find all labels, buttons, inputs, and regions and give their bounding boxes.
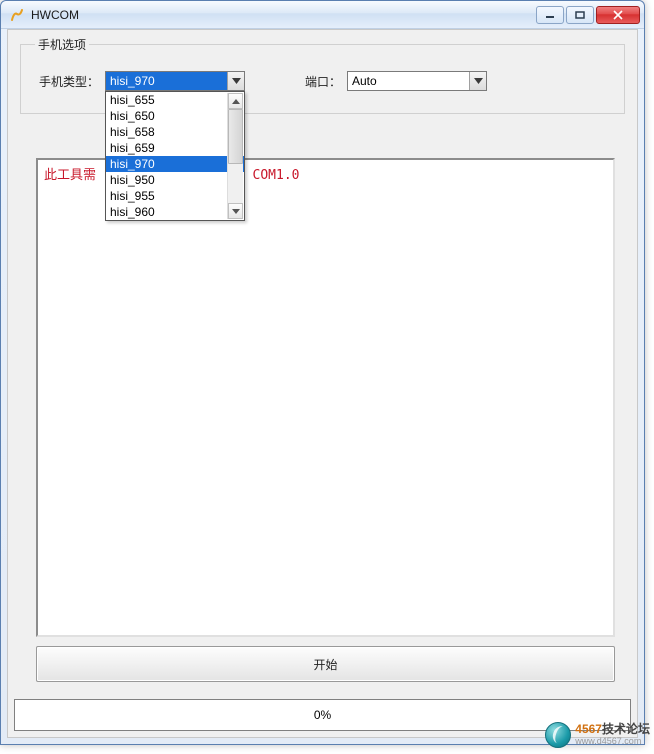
scroll-down-icon[interactable] bbox=[228, 203, 243, 219]
dropdown-item[interactable]: hisi_970 bbox=[106, 156, 244, 172]
titlebar[interactable]: HWCOM bbox=[1, 1, 644, 29]
watermark-brand: 4567技术论坛 bbox=[575, 723, 650, 736]
phone-options-group: 手机选项 手机类型： hisi_970 hisi_655hisi_650hisi… bbox=[20, 36, 625, 114]
scroll-track[interactable] bbox=[228, 109, 243, 203]
window-title: HWCOM bbox=[31, 8, 79, 22]
close-button[interactable] bbox=[596, 6, 640, 24]
watermark-logo-icon bbox=[545, 722, 571, 748]
phone-type-dropdown[interactable]: hisi_655hisi_650hisi_658hisi_659hisi_970… bbox=[105, 91, 245, 221]
dropdown-item[interactable]: hisi_950 bbox=[106, 172, 244, 188]
start-button[interactable]: 开始 bbox=[36, 646, 615, 682]
app-window: HWCOM 手机选项 手机类型： hisi_970 bbox=[0, 0, 645, 745]
watermark-url: www.d4567.com bbox=[575, 737, 650, 747]
progress-text: 0% bbox=[314, 708, 331, 722]
phone-type-label: 手机类型： bbox=[35, 73, 99, 90]
dropdown-item[interactable]: hisi_658 bbox=[106, 124, 244, 140]
port-label: 端口： bbox=[301, 73, 341, 90]
maximize-button[interactable] bbox=[566, 6, 594, 24]
app-icon bbox=[9, 7, 25, 23]
client-area: 手机选项 手机类型： hisi_970 hisi_655hisi_650hisi… bbox=[7, 29, 638, 738]
phone-options-legend: 手机选项 bbox=[35, 36, 89, 53]
dropdown-item[interactable]: hisi_659 bbox=[106, 140, 244, 156]
log-panel: 此工具需 COM1.0 bbox=[36, 158, 615, 637]
dropdown-scrollbar[interactable] bbox=[227, 93, 243, 219]
chevron-down-icon[interactable] bbox=[227, 72, 244, 90]
scroll-up-icon[interactable] bbox=[228, 93, 243, 109]
dropdown-item[interactable]: hisi_960 bbox=[106, 204, 244, 220]
port-value: Auto bbox=[348, 72, 469, 90]
progress-bar: 0% bbox=[14, 699, 631, 731]
minimize-button[interactable] bbox=[536, 6, 564, 24]
dropdown-item[interactable]: hisi_650 bbox=[106, 108, 244, 124]
phone-type-value: hisi_970 bbox=[106, 72, 227, 90]
watermark: 4567技术论坛 www.d4567.com bbox=[545, 722, 650, 748]
port-combo[interactable]: Auto bbox=[347, 71, 487, 91]
chevron-down-icon[interactable] bbox=[469, 72, 486, 90]
dropdown-item[interactable]: hisi_655 bbox=[106, 92, 244, 108]
scroll-thumb[interactable] bbox=[228, 109, 243, 164]
dropdown-item[interactable]: hisi_955 bbox=[106, 188, 244, 204]
phone-type-combo[interactable]: hisi_970 hisi_655hisi_650hisi_658hisi_65… bbox=[105, 71, 245, 91]
